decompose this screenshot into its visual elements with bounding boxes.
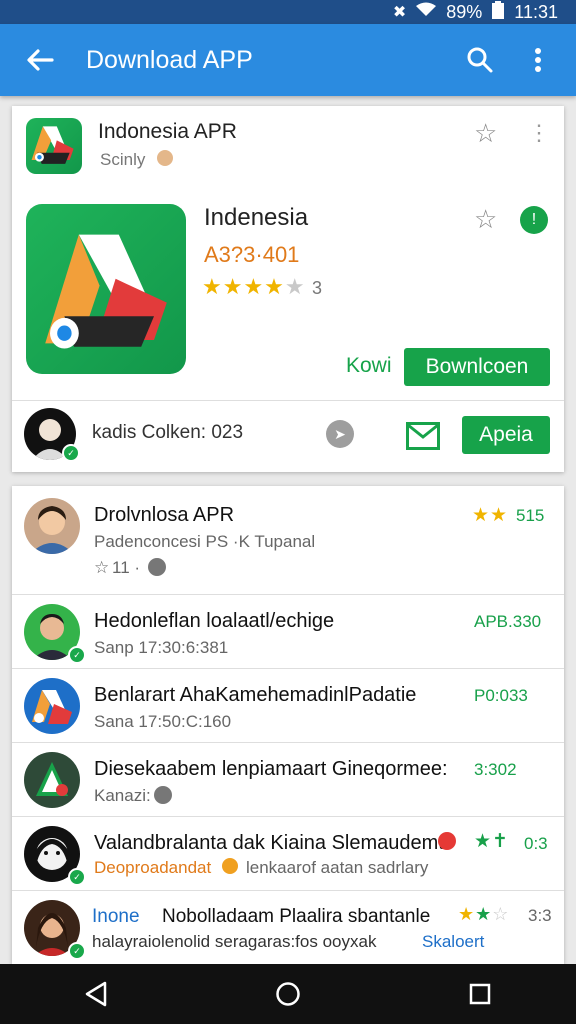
row-divider <box>12 742 564 743</box>
home-circle-icon[interactable] <box>268 974 308 1014</box>
feature-rating-stars: ★★★★★ <box>202 274 306 299</box>
list-item-stars: ★✝ <box>474 831 509 852</box>
list-item-subtitle-highlight: Deoproadandat <box>94 858 212 877</box>
list-avatar <box>24 752 80 808</box>
download-button[interactable]: Bownlcoen <box>404 348 550 386</box>
list-item-right-value: 0:3 <box>524 834 548 853</box>
list-item-title-highlight: Inone <box>92 906 140 927</box>
row-divider <box>12 668 564 669</box>
reviewer-online-badge: ✓ <box>62 444 80 462</box>
app-logo-icon[interactable] <box>26 118 82 174</box>
row-divider <box>12 816 564 817</box>
row-divider <box>12 890 564 891</box>
header-app-name[interactable]: Indonesia APR <box>98 120 237 144</box>
list-item-right-value: APB.330 <box>474 612 542 631</box>
list-item-title: Hedonleflan loalaatl/echige <box>94 610 335 632</box>
more-vert-icon[interactable] <box>518 40 558 80</box>
page-title: Download APP <box>86 45 253 74</box>
globe-icon <box>154 786 172 804</box>
developer-badge-icon <box>157 150 173 166</box>
list-item-subtitle: Sanp 17:30:6:381 <box>94 638 229 657</box>
battery-percent: 89% <box>446 1 483 22</box>
back-triangle-icon[interactable] <box>76 974 116 1014</box>
apply-button[interactable]: Apeia <box>462 416 550 454</box>
list-item-title: Nobolladaam Plaalira sbantanle <box>162 906 431 927</box>
feature-app-code: A3?3·401 <box>204 242 300 267</box>
feature-rating-count: 3 <box>312 278 323 298</box>
search-icon[interactable] <box>460 40 500 80</box>
featured-app-card: Indonesia APR Scinly ☆ ⋮ Indenesia A3?3·… <box>12 106 564 472</box>
list-item-title: Benlarart AhaKamehemadinlPadatie <box>94 684 417 706</box>
footer-info-text: kadis Colken: 023 <box>92 422 244 443</box>
list-item-right-value: 515 <box>516 506 545 525</box>
list-item-meta-icon: ☆ <box>94 558 110 577</box>
back-arrow-icon[interactable] <box>20 40 60 80</box>
list-online-badge: ✓ <box>68 942 86 960</box>
list-online-badge: ✓ <box>68 868 86 886</box>
status-bar: ✖ 89% 11:31 <box>0 0 576 24</box>
wifi-icon <box>416 2 437 23</box>
recents-square-icon[interactable] <box>460 974 500 1014</box>
list-item-right-value: 3:3 <box>528 906 552 925</box>
feature-verified-badge-icon: ! <box>520 206 548 234</box>
list-item-subtitle: Sana 17:50:C:160 <box>94 712 232 731</box>
globe-icon <box>148 558 166 576</box>
system-nav-bar <box>0 964 576 1024</box>
feature-favorite-star-icon[interactable]: ☆ <box>474 204 497 235</box>
alert-icon <box>438 832 456 850</box>
list-avatar <box>24 498 80 554</box>
app-bar: Download APP <box>0 24 576 96</box>
list-online-badge: ✓ <box>68 646 86 664</box>
list-item-title: Drolvnlosa APR <box>94 504 235 526</box>
list-item-title: Diesekaabem lenpiamaart Gineqormee: <box>94 758 448 780</box>
notification-mute-icon: ✖ <box>392 4 407 21</box>
list-item-title: Valandbralanta dak Kiaina Slemaudemt <box>94 832 444 854</box>
clock: 11:31 <box>514 1 558 22</box>
favorite-star-icon[interactable]: ☆ <box>474 118 497 149</box>
list-item-stars: ★★☆ <box>458 904 510 924</box>
list-item-subtitle: Kanazi: <box>94 786 151 805</box>
list-item-right-value: 3:302 <box>474 760 517 779</box>
header-app-dev: Scinly <box>100 150 146 169</box>
card-divider <box>12 400 564 401</box>
list-item-subtitle-highlight: Skaloert <box>422 932 485 951</box>
battery-icon <box>492 0 505 24</box>
emoji-icon <box>222 858 238 874</box>
row-divider <box>12 594 564 595</box>
feature-app-name[interactable]: Indenesia <box>204 204 308 232</box>
app-list-card: Drolvnlosa APR Padenconcesi PS ·K Tupana… <box>12 486 564 964</box>
list-avatar <box>24 678 80 734</box>
email-icon[interactable] <box>406 422 440 455</box>
list-item-subtitle: lenkaarof aatan sadrlary <box>246 858 429 877</box>
list-item-meta: 11 · <box>112 558 141 577</box>
list-item-subtitle: Padenconcesi PS ·K Tupanal <box>94 532 316 551</box>
forward-arrow-icon[interactable]: ➤ <box>326 420 354 448</box>
more-vert-small-icon[interactable]: ⋮ <box>528 120 550 146</box>
kowi-link[interactable]: Kowi <box>346 354 392 378</box>
list-item-right-value: P0:033 <box>474 686 528 705</box>
list-item-subtitle: halayraiolenolid seragaras:fos ooyxak <box>92 932 377 951</box>
list-item-stars: ★★ <box>472 505 509 526</box>
feature-app-logo[interactable] <box>26 204 186 374</box>
